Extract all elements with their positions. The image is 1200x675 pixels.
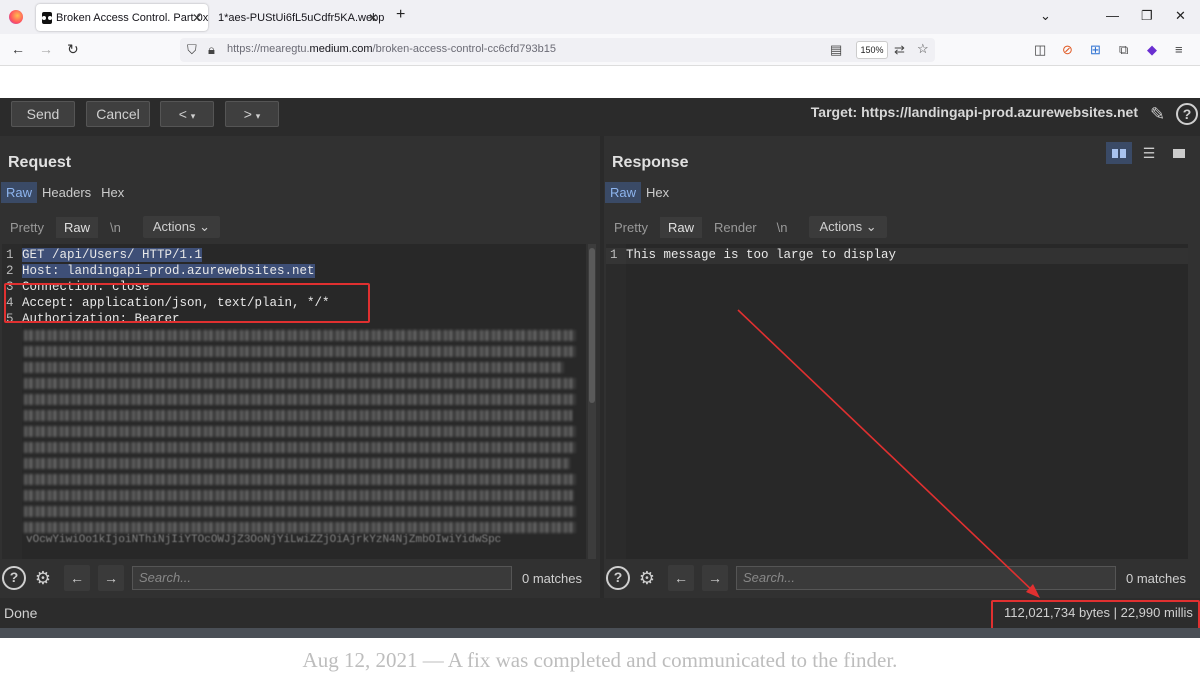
browser-tab-strip: Broken Access Control. Part 0x0 ✕ 1*aes-… (0, 0, 1200, 34)
tab-title: 1*aes-PUStUi6fL5uCdfr5KA.webp (W (218, 11, 384, 24)
extension-orange-icon[interactable]: ⊘ (1062, 42, 1073, 58)
translate-extension-icon[interactable]: ⊞ (1090, 42, 1101, 58)
medium-favicon-icon (42, 11, 52, 24)
extension-purple-icon[interactable]: ◆ (1147, 42, 1157, 58)
translate-icon[interactable]: ⇄ (894, 42, 905, 58)
chevron-down-icon[interactable]: ⌄ (1040, 8, 1051, 24)
shield-icon[interactable]: ⛉ (187, 42, 197, 58)
url-text: https://mearegtu.medium.com/broken-acces… (227, 43, 556, 55)
back-arrow-icon[interactable]: ← (11, 41, 25, 57)
arrow-line (737, 309, 1037, 595)
extensions-puzzle-icon[interactable]: ⧉ (1119, 42, 1128, 58)
forward-arrow-icon[interactable]: → (39, 41, 53, 57)
plus-icon[interactable]: + (396, 6, 405, 24)
pocket-icon[interactable]: ◫ (1034, 42, 1046, 58)
menu-hamburger-icon[interactable]: ≡ (1175, 42, 1183, 57)
close-tab-icon[interactable]: ✕ (368, 11, 378, 25)
firefox-icon (9, 10, 23, 24)
tab-title: Broken Access Control. Part 0x0 (56, 11, 208, 24)
url-bar[interactable]: ⛉ 🔒︎ https://mearegtu.medium.com/broken-… (180, 38, 935, 62)
annotation-arrow (737, 309, 1040, 598)
burp-repeater-screenshot: Send Cancel < ▾ > ▾ Target: https://land… (0, 98, 1200, 638)
zoom-level[interactable]: 150% (856, 41, 888, 59)
browser-nav-bar: ← → ↻ ⛉ 🔒︎ https://mearegtu.medium.com/b… (0, 34, 1200, 66)
bookmark-star-icon[interactable]: ☆ (917, 41, 929, 57)
tab-broken-access-control[interactable]: Broken Access Control. Part 0x0 ✕ (36, 4, 208, 31)
tab-webp-image[interactable]: 1*aes-PUStUi6fL5uCdfr5KA.webp (W ✕ (212, 4, 384, 31)
close-tab-icon[interactable]: ✕ (192, 11, 202, 25)
restore-icon[interactable]: ❐ (1141, 8, 1153, 24)
close-window-icon[interactable]: ✕ (1175, 8, 1186, 24)
screenshot-root: Broken Access Control. Part 0x0 ✕ 1*aes-… (0, 0, 1200, 675)
lock-icon[interactable]: 🔒︎ (208, 42, 215, 58)
minimize-icon[interactable]: — (1106, 8, 1119, 23)
article-caption: Aug 12, 2021 — A fix was completed and c… (302, 648, 898, 672)
reader-view-icon[interactable]: ▤ (830, 42, 842, 58)
reload-icon[interactable]: ↻ (67, 41, 79, 58)
